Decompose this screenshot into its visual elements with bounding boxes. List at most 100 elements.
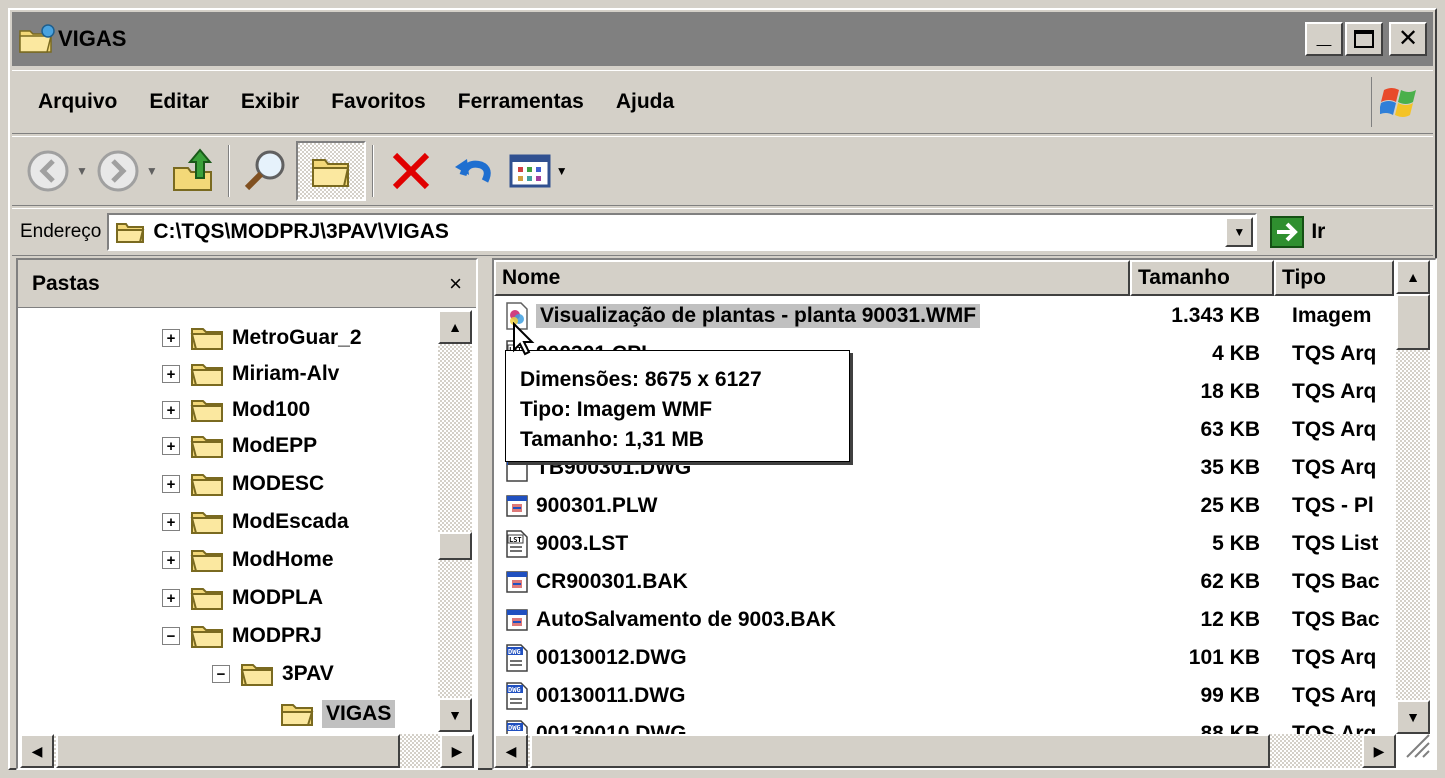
search-icon xyxy=(244,150,285,191)
svg-text:DWG: DWG xyxy=(508,648,521,656)
scroll-up-button[interactable]: ▲ xyxy=(1396,260,1430,294)
title-bar[interactable]: VIGAS _ ✕ xyxy=(12,12,1433,66)
menu-exibir[interactable]: Exibir xyxy=(225,90,315,114)
folders-icon xyxy=(311,159,350,187)
tree-item[interactable]: + MetroGuar_2 xyxy=(162,320,362,356)
file-type: TQS List xyxy=(1292,532,1379,555)
file-info-tooltip: Dimensões: 8675 x 6127 Tipo: Imagem WMF … xyxy=(505,350,850,462)
column-header-size[interactable]: Tamanho xyxy=(1130,260,1274,296)
tree-item[interactable]: + Mod100 xyxy=(162,392,310,428)
delete-button[interactable] xyxy=(380,141,442,201)
search-button[interactable] xyxy=(236,141,296,201)
up-folder-button[interactable] xyxy=(166,141,222,201)
address-input[interactable]: C:\TQS\MODPRJ\3PAV\VIGAS ▼ xyxy=(107,213,1258,251)
file-size: 101 KB xyxy=(1188,646,1260,669)
folders-hscroll-thumb[interactable] xyxy=(56,734,400,768)
file-type: TQS Bac xyxy=(1292,570,1380,593)
tree-item[interactable]: + MODESC xyxy=(162,466,324,502)
expand-icon[interactable]: + xyxy=(162,513,180,531)
views-dropdown-icon[interactable]: ▼ xyxy=(556,164,568,178)
expand-icon[interactable]: + xyxy=(162,329,180,347)
file-row[interactable]: 900301.PLW 25 KB TQS - Pl xyxy=(494,488,1394,524)
tree-item[interactable]: + MODPLA xyxy=(162,580,323,616)
files-hscroll-thumb[interactable] xyxy=(530,734,1270,768)
file-row[interactable]: Visualização de plantas - planta 90031.W… xyxy=(494,298,1394,334)
address-label: Endereço xyxy=(20,221,102,242)
folders-title: Pastas xyxy=(32,271,100,295)
file-type: TQS Arq xyxy=(1292,418,1377,441)
views-icon xyxy=(509,154,551,188)
scroll-right-button[interactable]: ▶ xyxy=(1362,734,1396,768)
file-row[interactable]: LST 9003.LST 5 KB TQS List xyxy=(494,526,1394,562)
files-vertical-scrollbar[interactable]: ▲ ▼ xyxy=(1396,260,1430,734)
forward-dropdown-icon[interactable]: ▼ xyxy=(146,164,158,178)
expand-icon[interactable]: + xyxy=(162,365,180,383)
file-row[interactable]: CR900301.BAK 62 KB TQS Bac xyxy=(494,564,1394,600)
folders-vertical-scrollbar[interactable]: ▲ ▼ xyxy=(438,310,472,732)
files-horizontal-scrollbar[interactable]: ◀ ▶ xyxy=(494,734,1396,768)
views-button[interactable] xyxy=(504,141,556,201)
expand-icon[interactable]: + xyxy=(162,589,180,607)
tree-item[interactable]: − 3PAV xyxy=(212,656,334,692)
collapse-icon[interactable]: − xyxy=(162,627,180,645)
menu-editar[interactable]: Editar xyxy=(133,90,225,114)
files-pane: Nome Tamanho Tipo Visualização de planta… xyxy=(492,258,1437,770)
folder-icon xyxy=(190,325,224,351)
forward-button[interactable] xyxy=(96,141,140,201)
address-dropdown-button[interactable]: ▼ xyxy=(1225,217,1254,247)
back-button[interactable] xyxy=(26,141,70,201)
tree-item[interactable]: + ModEscada xyxy=(162,504,349,540)
lst-file-icon: LST xyxy=(504,529,530,559)
file-name: 900301.PLW xyxy=(536,494,658,517)
undo-icon xyxy=(454,159,491,183)
resize-grip-icon[interactable] xyxy=(1401,729,1431,764)
file-type: Imagem xyxy=(1292,304,1372,327)
tree-item-label: VIGAS xyxy=(322,700,396,728)
folders-close-icon[interactable]: × xyxy=(449,271,462,297)
column-header-name[interactable]: Nome xyxy=(494,260,1130,296)
maximize-button[interactable] xyxy=(1345,22,1383,56)
tree-item[interactable]: + Miriam-Alv xyxy=(162,356,339,392)
go-button[interactable]: Ir xyxy=(1269,215,1325,249)
tree-item[interactable]: − MODPRJ xyxy=(162,618,322,654)
folder-icon xyxy=(280,701,314,727)
scroll-down-button[interactable]: ▼ xyxy=(438,698,472,732)
tree-item[interactable]: VIGAS xyxy=(280,696,396,732)
file-row[interactable]: AutoSalvamento de 9003.BAK 12 KB TQS Bac xyxy=(494,602,1394,638)
files-scroll-thumb[interactable] xyxy=(1396,294,1430,350)
tree-item[interactable]: + ModHome xyxy=(162,542,334,578)
scroll-left-button[interactable]: ◀ xyxy=(20,734,54,768)
file-size: 5 KB xyxy=(1212,532,1260,555)
tree-item[interactable]: + ModEPP xyxy=(162,428,317,464)
scroll-up-button[interactable]: ▲ xyxy=(438,310,472,344)
minimize-button[interactable]: _ xyxy=(1305,21,1343,56)
address-bar: Endereço C:\TQS\MODPRJ\3PAV\VIGAS ▼ Ir xyxy=(12,208,1433,256)
scroll-right-button[interactable]: ▶ xyxy=(440,734,474,768)
undo-button[interactable] xyxy=(442,141,504,201)
back-dropdown-icon[interactable]: ▼ xyxy=(76,164,88,178)
column-header-type[interactable]: Tipo xyxy=(1274,260,1394,296)
folder-icon xyxy=(240,661,274,687)
folders-scroll-thumb[interactable] xyxy=(438,532,472,560)
expand-icon[interactable]: + xyxy=(162,551,180,569)
svg-text:DWG: DWG xyxy=(508,686,521,694)
expand-icon[interactable]: + xyxy=(162,437,180,455)
expand-icon[interactable]: + xyxy=(162,401,180,419)
menu-ajuda[interactable]: Ajuda xyxy=(600,90,690,114)
toolbar: ▼ ▼ ▼ xyxy=(12,136,1433,206)
expand-icon[interactable]: + xyxy=(162,475,180,493)
menu-arquivo[interactable]: Arquivo xyxy=(12,90,133,114)
collapse-icon[interactable]: − xyxy=(212,665,230,683)
scroll-left-button[interactable]: ◀ xyxy=(494,734,528,768)
menu-ferramentas[interactable]: Ferramentas xyxy=(442,90,600,114)
folders-horizontal-scrollbar[interactable]: ◀ ▶ xyxy=(20,734,474,768)
file-size: 63 KB xyxy=(1200,418,1260,441)
file-row[interactable]: DWG 00130012.DWG 101 KB TQS Arq xyxy=(494,640,1394,676)
file-type: TQS Arq xyxy=(1292,380,1377,403)
svg-text:LST: LST xyxy=(509,536,522,544)
menu-favoritos[interactable]: Favoritos xyxy=(315,90,442,114)
folders-button[interactable] xyxy=(295,141,366,201)
folder-icon xyxy=(190,585,224,611)
close-button[interactable]: ✕ xyxy=(1389,22,1427,56)
file-row[interactable]: DWG 00130011.DWG 99 KB TQS Arq xyxy=(494,678,1394,714)
